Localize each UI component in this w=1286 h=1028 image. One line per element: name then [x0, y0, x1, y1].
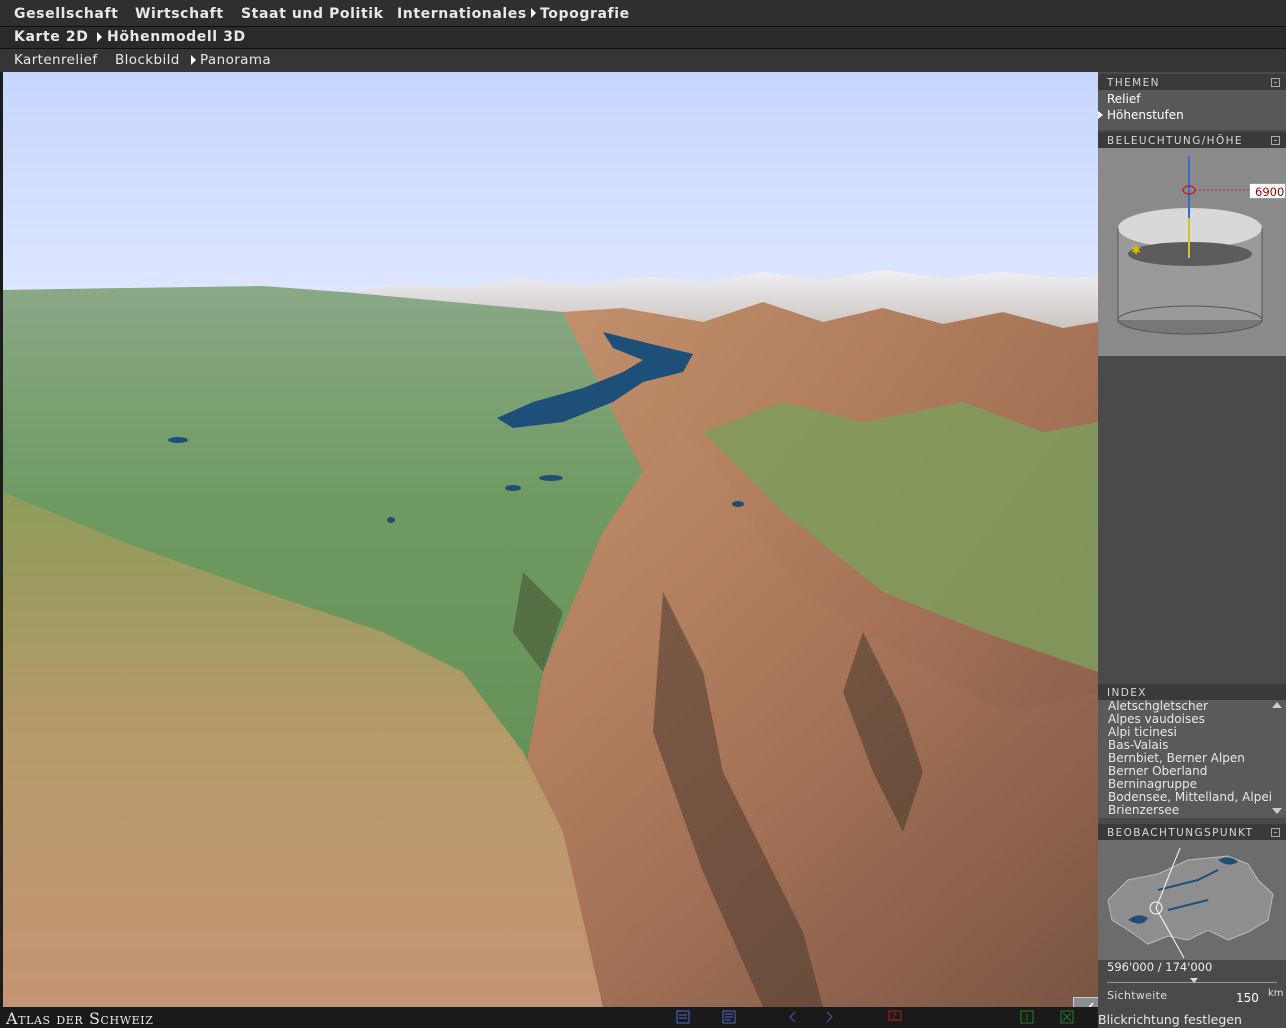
svg-text:✱: ✱: [1131, 243, 1141, 257]
coordinates-display: 596'000 / 174'000: [1107, 960, 1213, 974]
sichtweite-unit: km: [1268, 988, 1284, 999]
beleuchtung-title: BELEUCHTUNG/HÖHE: [1107, 135, 1243, 147]
menu-internationales[interactable]: Internationales: [397, 6, 527, 22]
themen-list: Relief Höhenstufen: [1098, 90, 1286, 130]
beobachtung-title: BEOBACHTUNGSPUNKT: [1107, 827, 1254, 839]
pin-icon[interactable]: [1271, 828, 1280, 837]
menu-blockbild[interactable]: Blockbild: [115, 52, 180, 68]
svg-text:?: ?: [892, 1012, 896, 1021]
menu-hoehenmodell-3d[interactable]: Höhenmodell 3D: [107, 29, 246, 45]
menu-staat-und-politik[interactable]: Staat und Politik: [241, 6, 384, 22]
themen-header: THEMEN: [1098, 74, 1286, 90]
selected-marker-icon: [1098, 111, 1103, 119]
themen-title: THEMEN: [1107, 77, 1160, 89]
scroll-up-icon[interactable]: [1272, 702, 1282, 708]
sichtweite-label: Sichtweite: [1107, 989, 1168, 1002]
active-marker-icon: [531, 8, 536, 18]
observation-minimap[interactable]: [1098, 840, 1286, 960]
pin-icon[interactable]: [1271, 78, 1280, 87]
beleuchtung-header: BELEUCHTUNG/HÖHE: [1098, 132, 1286, 148]
menu-karte-2d[interactable]: Karte 2D: [14, 29, 88, 45]
terrain-render: [3, 72, 1098, 1007]
close-icon[interactable]: [1060, 1010, 1074, 1024]
menu-wirtschaft[interactable]: Wirtschaft: [135, 6, 224, 22]
main-menu: Gesellschaft Wirtschaft Staat und Politi…: [0, 0, 1286, 27]
height-value-box[interactable]: 6900: [1249, 183, 1286, 199]
help-icon[interactable]: ?: [888, 1010, 902, 1024]
sichtweite-value: 150: [1236, 991, 1259, 1005]
text-icon[interactable]: [722, 1010, 736, 1024]
menu-kartenrelief[interactable]: Kartenrelief: [14, 52, 98, 68]
confirm-button[interactable]: [1073, 997, 1098, 1007]
height-value: 6900: [1255, 185, 1285, 199]
lighting-cylinder-icon: ✱: [1117, 156, 1263, 335]
switzerland-map-icon: [1107, 847, 1274, 959]
atlas-logo: Atlas der Schweiz: [6, 1009, 154, 1028]
beobachtung-header: BEOBACHTUNGSPUNKT: [1098, 824, 1286, 840]
forward-arrow-icon[interactable]: [822, 1010, 836, 1024]
lighting-height-control[interactable]: ✱ 6900: [1098, 148, 1286, 356]
active-marker-icon: [97, 32, 102, 42]
themen-item-relief[interactable]: Relief: [1107, 92, 1140, 106]
sichtweite-slider-thumb[interactable]: [1190, 978, 1198, 983]
menu-panorama[interactable]: Panorama: [200, 52, 271, 68]
scroll-down-icon[interactable]: [1272, 808, 1282, 814]
active-marker-icon: [191, 55, 196, 65]
info-icon[interactable]: [1020, 1010, 1034, 1024]
legend-icon[interactable]: [676, 1010, 690, 1024]
index-list[interactable]: Aletschgletscher Alpes vaudoises Alpi ti…: [1098, 700, 1286, 818]
view-menu: Kartenrelief Blockbild Panorama: [0, 49, 1286, 72]
side-panel: THEMEN Relief Höhenstufen BELEUCHTUNG/HÖ…: [1098, 72, 1286, 1028]
panel-spacer: [1098, 356, 1286, 682]
pin-icon[interactable]: [1271, 136, 1280, 145]
back-arrow-icon[interactable]: [786, 1010, 800, 1024]
sub-menu: Karte 2D Höhenmodell 3D: [0, 27, 1286, 49]
index-title: INDEX: [1107, 687, 1147, 699]
themen-item-hoehenstufen[interactable]: Höhenstufen: [1107, 108, 1184, 122]
terrain-3d-view[interactable]: [3, 72, 1098, 1007]
status-bar: Atlas der Schweiz ?: [0, 1007, 1098, 1028]
index-item[interactable]: Brienzersee: [1108, 804, 1179, 817]
index-header: INDEX: [1098, 684, 1286, 700]
menu-gesellschaft[interactable]: Gesellschaft: [14, 6, 118, 22]
menu-topografie[interactable]: Topografie: [540, 6, 630, 22]
status-message: Blickrichtung festlegen: [1098, 1012, 1242, 1027]
